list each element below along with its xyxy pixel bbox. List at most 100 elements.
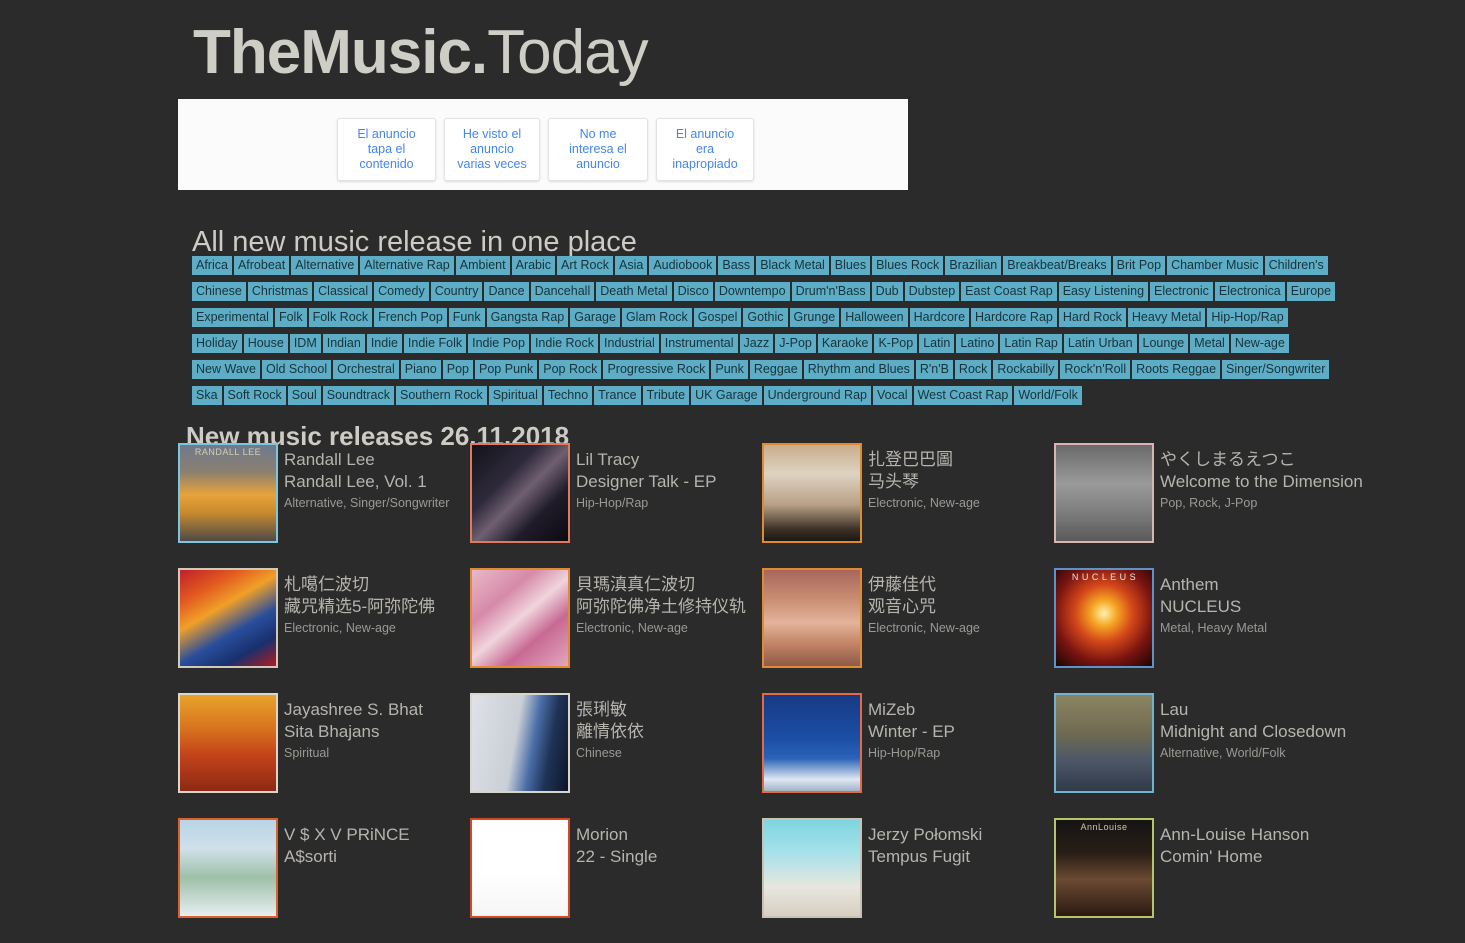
genre-tag[interactable]: Halloween: [841, 308, 908, 327]
album-cover[interactable]: [178, 818, 278, 918]
genre-tag[interactable]: Arabic: [511, 256, 556, 275]
genre-tag[interactable]: New Wave: [192, 360, 260, 379]
release-artist[interactable]: 張琍敏: [576, 699, 644, 721]
genre-tag[interactable]: Spiritual: [488, 386, 542, 405]
genre-tag[interactable]: Old School: [261, 360, 332, 379]
genre-tag[interactable]: Soul: [287, 386, 321, 405]
genre-tag[interactable]: Drum'n'Bass: [791, 282, 870, 301]
album-cover[interactable]: AnnLouise: [1054, 818, 1154, 918]
release-card[interactable]: MiZeb Winter - EP Hip-Hop/Rap: [762, 693, 1054, 818]
release-artist[interactable]: Lau: [1160, 699, 1346, 721]
genre-tag[interactable]: Latino: [956, 334, 999, 353]
genre-tag[interactable]: Gangsta Rap: [486, 308, 569, 327]
genre-tag[interactable]: Christmas: [247, 282, 313, 301]
genre-tag[interactable]: Reggae: [749, 360, 802, 379]
genre-tag[interactable]: New-age: [1230, 334, 1289, 353]
album-cover[interactable]: [470, 443, 570, 543]
genre-tag[interactable]: K-Pop: [874, 334, 918, 353]
genre-tag[interactable]: Hip-Hop/Rap: [1207, 308, 1288, 327]
release-artist[interactable]: 札噶仁波切: [284, 574, 435, 596]
release-album[interactable]: 離情依依: [576, 721, 644, 743]
genre-tag[interactable]: J-Pop: [775, 334, 816, 353]
genre-tag[interactable]: Disco: [673, 282, 713, 301]
release-album[interactable]: Midnight and Closedown: [1160, 721, 1346, 743]
release-album[interactable]: Randall Lee, Vol. 1: [284, 471, 449, 493]
album-cover[interactable]: [762, 568, 862, 668]
release-artist[interactable]: Ann-Louise Hanson: [1160, 824, 1309, 846]
genre-tag[interactable]: Indian: [322, 334, 365, 353]
album-cover[interactable]: [1054, 443, 1154, 543]
genre-tag[interactable]: Roots Reggae: [1132, 360, 1221, 379]
release-album[interactable]: Welcome to the Dimension: [1160, 471, 1363, 493]
genre-tag[interactable]: Dubstep: [904, 282, 960, 301]
release-album[interactable]: 阿弥陀佛净土修持仪轨: [576, 596, 746, 618]
genre-tag[interactable]: Piano: [400, 360, 441, 379]
genre-tag[interactable]: Afrobeat: [233, 256, 290, 275]
release-card[interactable]: 貝瑪滇真仁波切 阿弥陀佛净土修持仪轨 Electronic, New-age: [470, 568, 762, 693]
genre-tag[interactable]: Ambient: [455, 256, 510, 275]
release-artist[interactable]: Jerzy Połomski: [868, 824, 982, 846]
genre-tag[interactable]: Indie Pop: [468, 334, 529, 353]
genre-tag[interactable]: Children's: [1264, 256, 1328, 275]
release-artist[interactable]: V $ X V PRiNCE: [284, 824, 410, 846]
release-artist[interactable]: Morion: [576, 824, 657, 846]
release-card[interactable]: Lil Tracy Designer Talk - EP Hip-Hop/Rap: [470, 443, 762, 568]
genre-tag[interactable]: Hard Rock: [1058, 308, 1126, 327]
genre-tag[interactable]: Singer/Songwriter: [1222, 360, 1330, 379]
release-album[interactable]: 马头琴: [868, 471, 980, 493]
release-card[interactable]: 扎登巴巴圖 马头琴 Electronic, New-age: [762, 443, 1054, 568]
genre-tag[interactable]: Dancehall: [530, 282, 595, 301]
genre-tag[interactable]: Ska: [192, 386, 222, 405]
genre-tag[interactable]: Europe: [1286, 282, 1336, 301]
release-card[interactable]: Jayashree S. Bhat Sita Bhajans Spiritual: [178, 693, 470, 818]
genre-tag[interactable]: Rhythm and Blues: [803, 360, 914, 379]
genre-tag[interactable]: Pop: [442, 360, 474, 379]
genre-tag[interactable]: Latin Rap: [1000, 334, 1062, 353]
release-artist[interactable]: Anthem: [1160, 574, 1267, 596]
genre-tag[interactable]: Latin Urban: [1063, 334, 1137, 353]
release-artist[interactable]: Lil Tracy: [576, 449, 716, 471]
genre-tag[interactable]: Electronica: [1214, 282, 1285, 301]
release-album[interactable]: Designer Talk - EP: [576, 471, 716, 493]
genre-tag[interactable]: Orchestral: [333, 360, 399, 379]
genre-tag[interactable]: Downtempo: [714, 282, 790, 301]
genre-tag[interactable]: Chinese: [192, 282, 246, 301]
genre-tag[interactable]: Soundtrack: [322, 386, 394, 405]
release-card[interactable]: AnnLouise Ann-Louise Hanson Comin' Home: [1054, 818, 1346, 943]
genre-tag[interactable]: French Pop: [374, 308, 447, 327]
album-cover[interactable]: [1054, 693, 1154, 793]
release-artist[interactable]: Randall Lee: [284, 449, 449, 471]
release-card[interactable]: V $ X V PRiNCE A$sorti: [178, 818, 470, 943]
genre-tag[interactable]: West Coast Rap: [913, 386, 1013, 405]
genre-tag[interactable]: Country: [430, 282, 483, 301]
genre-tag[interactable]: Brazilian: [945, 256, 1002, 275]
album-cover[interactable]: [470, 693, 570, 793]
genre-tag[interactable]: Folk Rock: [308, 308, 373, 327]
genre-tag[interactable]: Funk: [448, 308, 485, 327]
genre-tag[interactable]: Grunge: [789, 308, 840, 327]
album-cover[interactable]: [178, 568, 278, 668]
album-cover[interactable]: [762, 443, 862, 543]
album-cover[interactable]: [470, 818, 570, 918]
genre-tag[interactable]: Easy Listening: [1058, 282, 1149, 301]
genre-tag[interactable]: Lounge: [1138, 334, 1189, 353]
genre-tag[interactable]: East Coast Rap: [961, 282, 1057, 301]
release-card[interactable]: N U C L E U S Anthem NUCLEUS Metal, Heavy M…: [1054, 568, 1346, 693]
release-card[interactable]: Jerzy Połomski Tempus Fugit: [762, 818, 1054, 943]
release-card[interactable]: 伊藤佳代 观音心咒 Electronic, New-age: [762, 568, 1054, 693]
genre-tag[interactable]: Folk: [274, 308, 307, 327]
ad-covers-content-button[interactable]: El anuncio tapa el contenido: [337, 118, 436, 181]
genre-tag[interactable]: Rock'n'Roll: [1060, 360, 1131, 379]
genre-tag[interactable]: Pop Punk: [475, 360, 538, 379]
genre-tag[interactable]: Tribute: [642, 386, 690, 405]
genre-tag[interactable]: Chamber Music: [1167, 256, 1263, 275]
genre-tag[interactable]: Instrumental: [660, 334, 738, 353]
release-artist[interactable]: Jayashree S. Bhat: [284, 699, 423, 721]
genre-tag[interactable]: Asia: [614, 256, 648, 275]
genre-tag[interactable]: Indie: [366, 334, 402, 353]
genre-tag[interactable]: Art Rock: [557, 256, 613, 275]
album-cover[interactable]: [762, 693, 862, 793]
release-artist[interactable]: やくしまるえつこ: [1160, 449, 1346, 471]
genre-tag[interactable]: Heavy Metal: [1127, 308, 1206, 327]
genre-tag[interactable]: Holiday: [192, 334, 242, 353]
